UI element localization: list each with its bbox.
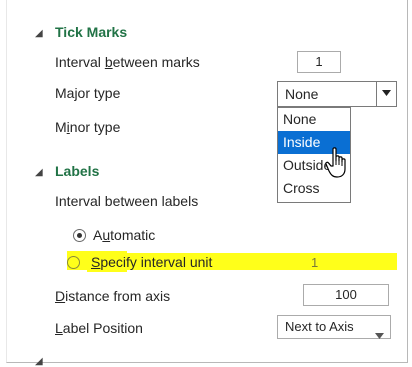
distance-from-axis-input[interactable]: 100: [303, 284, 389, 306]
specify-interval-input[interactable]: 1: [311, 255, 318, 270]
dropdown-option-none[interactable]: None: [278, 108, 350, 131]
specify-interval-radio[interactable]: [67, 256, 80, 269]
collapse-triangle-icon: ◢: [35, 356, 43, 367]
dropdown-arrow-icon: [375, 324, 384, 346]
dropdown-arrow-icon[interactable]: [376, 82, 396, 106]
dropdown-option-cross[interactable]: Cross: [278, 177, 350, 200]
specify-interval-label[interactable]: Specify interval unit: [91, 254, 212, 270]
format-axis-panel: ◢ Tick Marks Interval between marks 1 Ma…: [6, 0, 408, 367]
collapse-triangle-icon[interactable]: ◢: [35, 167, 43, 178]
automatic-label[interactable]: Automatic: [93, 227, 155, 243]
collapse-triangle-icon[interactable]: ◢: [35, 28, 43, 39]
tick-marks-heading[interactable]: Tick Marks: [55, 24, 127, 40]
major-type-label: Major type: [55, 85, 121, 101]
labels-heading[interactable]: Labels: [55, 163, 99, 179]
automatic-radio[interactable]: [73, 229, 86, 242]
minor-type-label: Minor type: [55, 119, 121, 135]
label-position-select[interactable]: Next to Axis: [277, 315, 391, 339]
label-position-value: Next to Axis: [285, 319, 354, 334]
major-type-select[interactable]: None: [277, 81, 397, 107]
interval-between-marks-input[interactable]: 1: [297, 51, 341, 73]
hand-cursor-icon: [325, 147, 346, 178]
distance-from-axis-label: Distance from axis: [55, 288, 171, 304]
major-type-value: None: [285, 86, 319, 102]
label-position-label: Label Position: [55, 320, 143, 336]
interval-between-marks-label: Interval between marks: [55, 54, 200, 70]
interval-between-labels-label: Interval between labels: [55, 193, 199, 209]
